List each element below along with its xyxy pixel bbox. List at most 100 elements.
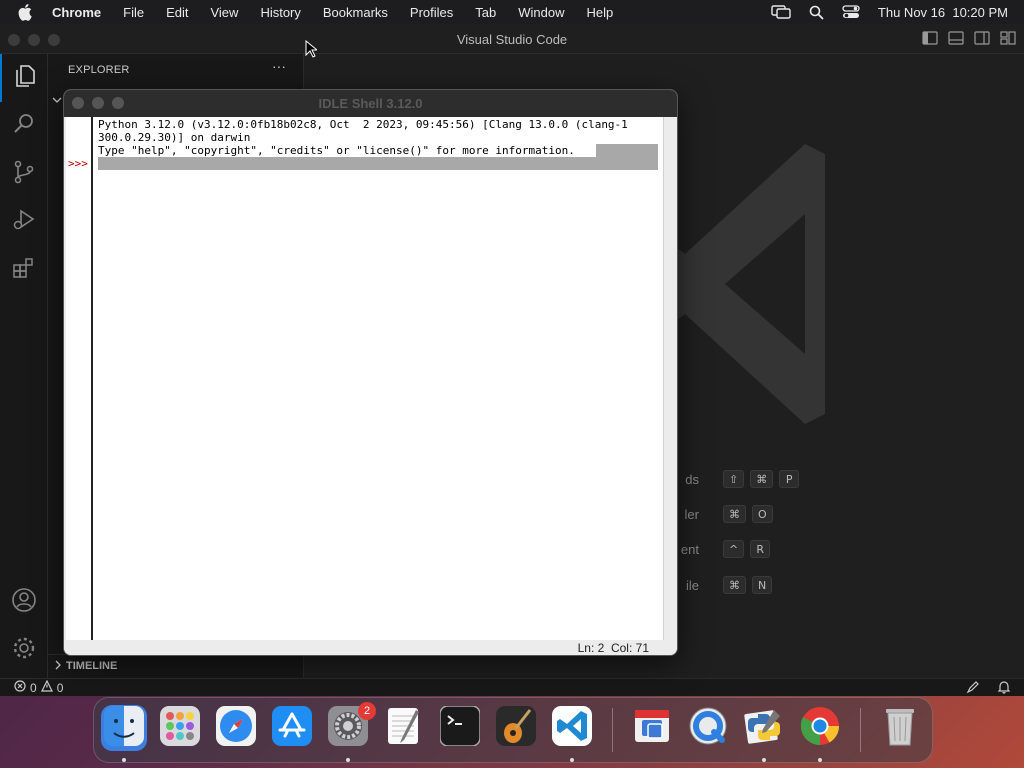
- control-center-icon[interactable]: [842, 5, 860, 19]
- dock-terminal[interactable]: [437, 704, 483, 751]
- search-icon: [11, 111, 37, 142]
- running-indicator: [762, 758, 766, 762]
- dock-idle[interactable]: [741, 705, 787, 751]
- dock-textedit[interactable]: [381, 705, 427, 751]
- idle-shell-text-area[interactable]: >>> Python 3.12.0 (v3.12.0:0fb18b02c8, O…: [66, 117, 663, 640]
- idle-python-icon: [744, 706, 784, 751]
- menu-help[interactable]: Help: [587, 5, 614, 20]
- manage-activity[interactable]: [0, 626, 48, 674]
- idle-scrollbar[interactable]: [663, 117, 677, 640]
- chevron-right-icon: [54, 657, 62, 675]
- python-launcher-icon: [632, 706, 672, 751]
- menu-window[interactable]: Window: [518, 5, 564, 20]
- toggle-secondary-sidebar-icon[interactable]: [974, 31, 990, 50]
- shortcut-hint-row: ds ⇧ ⌘ P: [679, 470, 800, 488]
- activity-bar: 1: [0, 54, 48, 694]
- dock-garageband[interactable]: [493, 705, 539, 751]
- source-control-icon: [11, 159, 37, 190]
- dock-quicktime[interactable]: [685, 705, 731, 751]
- warning-count: 0: [56, 680, 64, 695]
- launchpad-icon: [160, 705, 200, 751]
- shortcut-hint-label: ent: [680, 541, 699, 557]
- dock-chrome[interactable]: [797, 705, 843, 751]
- menu-app-name[interactable]: Chrome: [52, 5, 101, 20]
- app-store-icon: [272, 705, 312, 751]
- menubar-clock[interactable]: Thu Nov 16 10:20 PM: [878, 5, 1008, 20]
- source-control-activity[interactable]: [0, 150, 48, 198]
- shortcut-key: ⇧: [723, 470, 745, 488]
- shortcut-key: ⌘: [723, 576, 746, 594]
- vscode-statusbar: 0 0: [0, 678, 1024, 696]
- terminal-icon: [439, 704, 481, 751]
- shortcut-hint-row: ler ⌘ O: [679, 505, 773, 523]
- toggle-panel-icon[interactable]: [948, 31, 964, 50]
- menubar: Chrome File Edit View History Bookmarks …: [0, 0, 1024, 24]
- dock: 2: [93, 697, 933, 763]
- notifications-bell-icon[interactable]: [997, 680, 1011, 697]
- dock-safari[interactable]: [213, 705, 259, 751]
- running-indicator: [122, 758, 126, 762]
- shortcut-hint-row: ent ^ R: [679, 540, 771, 558]
- run-debug-activity[interactable]: [0, 198, 48, 246]
- menu-history[interactable]: History: [260, 5, 300, 20]
- explorer-activity[interactable]: [0, 54, 48, 102]
- extensions-icon: [11, 255, 37, 286]
- menu-profiles[interactable]: Profiles: [410, 5, 453, 20]
- quicktime-icon: [688, 706, 728, 751]
- shortcut-hint-label: ile: [685, 577, 699, 593]
- problems-status[interactable]: 0 0: [14, 679, 64, 695]
- spotlight-search-icon[interactable]: [809, 5, 824, 20]
- dock-separator: [860, 708, 861, 752]
- shell-output-line: Python 3.12.0 (v3.12.0:0fb18b02c8, Oct 2…: [98, 118, 628, 131]
- dock-finder[interactable]: [101, 705, 147, 751]
- customize-layout-icon[interactable]: [1000, 31, 1016, 50]
- apple-menu-icon[interactable]: [18, 3, 36, 21]
- dock-app-store[interactable]: [269, 705, 315, 751]
- running-indicator: [818, 758, 822, 762]
- error-icon: [14, 680, 26, 695]
- idle-window-title: IDLE Shell 3.12.0: [318, 96, 423, 111]
- textedit-icon: [384, 706, 424, 751]
- menu-tab[interactable]: Tab: [475, 5, 496, 20]
- account-icon: [11, 587, 37, 618]
- gear-icon: [11, 635, 37, 666]
- dock-launchpad[interactable]: [157, 705, 203, 751]
- timeline-section[interactable]: TIMELINE: [48, 654, 304, 676]
- shell-output-line: 300.0.29.30)] on darwin: [98, 131, 251, 144]
- extensions-activity[interactable]: [0, 246, 48, 294]
- dock-python-launcher[interactable]: [629, 705, 675, 751]
- menu-bookmarks[interactable]: Bookmarks: [323, 5, 388, 20]
- vscode-app-icon: [552, 705, 592, 751]
- notification-badge: 2: [358, 702, 376, 720]
- shortcut-hint-label: ler: [684, 506, 699, 522]
- dock-trash[interactable]: [877, 705, 923, 751]
- shortcut-key: ⌘: [750, 470, 774, 488]
- idle-shell-window: IDLE Shell 3.12.0 >>> Python 3.12.0 (v3.…: [63, 89, 678, 656]
- feedback-icon[interactable]: [966, 680, 980, 697]
- garageband-guitar-icon: [496, 705, 536, 751]
- menu-edit[interactable]: Edit: [166, 5, 188, 20]
- trash-icon: [880, 705, 920, 752]
- chrome-icon: [799, 705, 841, 752]
- shortcut-key: N: [752, 576, 773, 594]
- menu-view[interactable]: View: [210, 5, 238, 20]
- screen-mirroring-icon[interactable]: [771, 5, 791, 19]
- dock-vscode[interactable]: [549, 705, 595, 751]
- cursor-position: Ln: 2 Col: 71: [577, 641, 649, 655]
- search-activity[interactable]: [0, 102, 48, 150]
- shortcut-hint-label: ds: [685, 471, 699, 487]
- vscode-logo-watermark-icon: [665, 134, 825, 439]
- explorer-more-actions[interactable]: ···: [272, 58, 286, 74]
- shortcut-key: O: [752, 505, 773, 523]
- dock-separator: [612, 708, 613, 752]
- chevron-down-icon[interactable]: [52, 92, 62, 110]
- explorer-title: EXPLORER: [68, 64, 130, 76]
- idle-titlebar: IDLE Shell 3.12.0: [64, 90, 677, 117]
- menu-file[interactable]: File: [123, 5, 144, 20]
- vscode-window-title: Visual Studio Code: [456, 32, 568, 47]
- safari-compass-icon: [216, 705, 256, 751]
- shell-output[interactable]: Python 3.12.0 (v3.12.0:0fb18b02c8, Oct 2…: [98, 118, 660, 157]
- running-indicator: [570, 758, 574, 762]
- toggle-primary-sidebar-icon[interactable]: [922, 31, 938, 50]
- accounts-activity[interactable]: [0, 578, 48, 626]
